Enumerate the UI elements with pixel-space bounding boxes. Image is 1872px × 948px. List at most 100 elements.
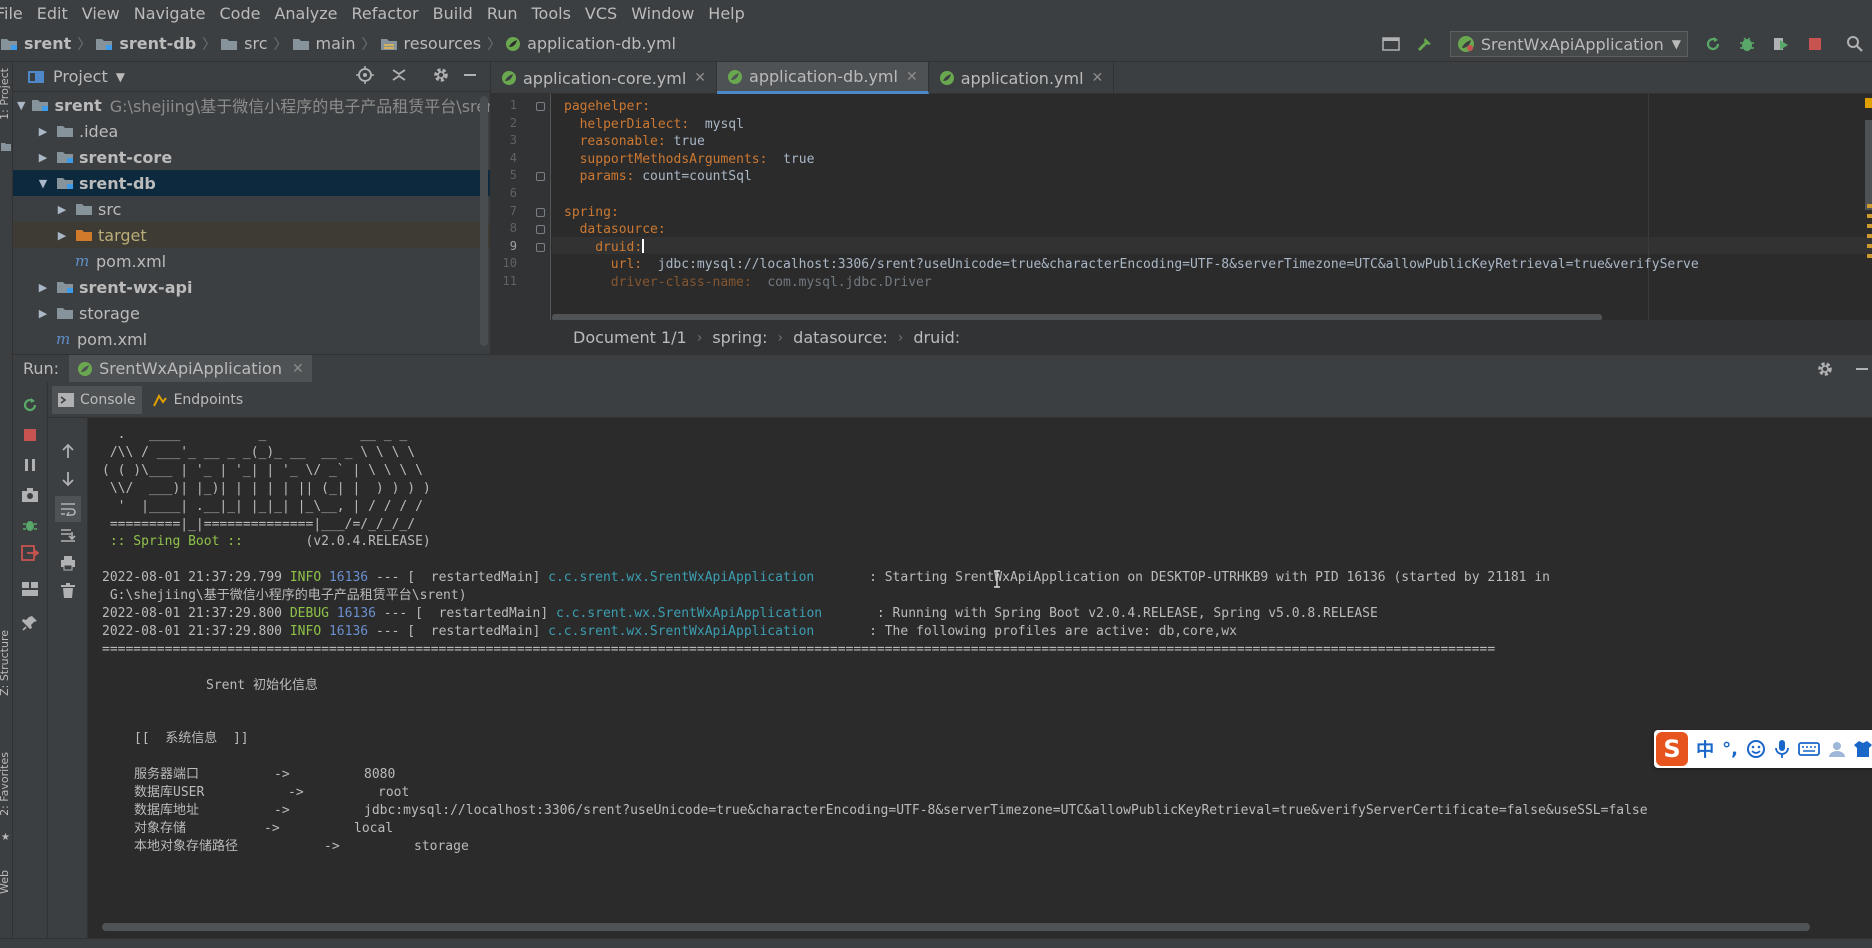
arrow-up-icon[interactable] xyxy=(57,440,79,462)
skin-shirt-icon[interactable] xyxy=(1854,740,1872,758)
breadcrumb-file[interactable]: application-db.yml xyxy=(501,34,676,53)
tree-collapsed-arrow-icon[interactable]: ▶ xyxy=(36,125,50,138)
tree-item-pom-xml[interactable]: m pom.xml xyxy=(13,248,490,274)
menu-run[interactable]: Run xyxy=(479,4,524,23)
menu-analyze[interactable]: Analyze xyxy=(266,4,343,23)
layout-icon[interactable] xyxy=(19,578,41,600)
tab-application-yml[interactable]: application.yml ✕ xyxy=(929,62,1115,94)
tree-collapsed-arrow-icon[interactable]: ▶ xyxy=(36,307,50,320)
breadcrumb-resources[interactable]: resources 〉 xyxy=(376,34,501,54)
tree-item-target[interactable]: ▶ target xyxy=(13,222,490,248)
tree-item-srent-db[interactable]: ▼ srent-db xyxy=(13,170,490,196)
gear-icon[interactable] xyxy=(1816,360,1834,378)
tab-application-db-yml[interactable]: application-db.yml ✕ xyxy=(717,62,929,94)
sogou-logo-icon[interactable]: S xyxy=(1656,732,1689,766)
ime-mode-toggle[interactable]: 中 xyxy=(1696,736,1714,762)
menu-help[interactable]: Help xyxy=(700,4,750,23)
menu-vcs[interactable]: VCS xyxy=(577,4,623,23)
menu-tools[interactable]: Tools xyxy=(524,4,577,23)
camera-icon[interactable] xyxy=(19,484,41,506)
tree-item-storage[interactable]: ▶ storage xyxy=(13,300,490,326)
search-icon[interactable] xyxy=(1842,31,1868,57)
breadcrumb-srent-db[interactable]: srent-db 〉 xyxy=(91,34,216,54)
project-tool-tab[interactable]: 1: Project xyxy=(0,68,11,120)
run-configuration-select[interactable]: SrentWxApiApplication ▼ xyxy=(1449,31,1688,57)
stop-icon[interactable] xyxy=(19,424,41,446)
rerun-icon[interactable] xyxy=(19,394,41,416)
locate-target-icon[interactable] xyxy=(356,66,374,84)
tree-item-srent-wx-api[interactable]: ▶ srent-wx-api xyxy=(13,274,490,300)
tree-expanded-arrow-icon[interactable]: ▼ xyxy=(36,177,50,190)
collapse-all-icon[interactable] xyxy=(390,66,408,84)
tree-expanded-arrow-icon[interactable]: ▼ xyxy=(17,99,25,112)
menu-edit[interactable]: Edit xyxy=(29,4,74,23)
tree-item-pom-xml[interactable]: m pom.xml xyxy=(13,326,490,352)
tree-collapsed-arrow-icon[interactable]: ▶ xyxy=(36,281,50,294)
dropdown-arrow-icon[interactable]: ▼ xyxy=(116,70,125,84)
pin-icon[interactable] xyxy=(19,612,41,634)
fold-marker-icon[interactable] xyxy=(536,225,545,235)
emoji-icon[interactable] xyxy=(1746,739,1766,759)
breadcrumb-document[interactable]: Document 1/1 xyxy=(573,328,687,347)
tree-item-srent[interactable]: ▼ srent G:\shejiing\基于微信小程序的电子产品租赁平台\srent xyxy=(13,92,490,118)
scroll-to-end-icon[interactable] xyxy=(57,524,79,546)
menu-refactor[interactable]: Refactor xyxy=(344,4,425,23)
arrow-down-icon[interactable] xyxy=(57,468,79,490)
rerun-icon[interactable] xyxy=(1700,31,1726,57)
close-icon[interactable]: ✕ xyxy=(292,361,304,377)
breadcrumb-druid[interactable]: druid: xyxy=(913,328,960,347)
project-structure-icon[interactable] xyxy=(1378,31,1404,57)
menu-view[interactable]: View xyxy=(74,4,126,23)
trash-icon[interactable] xyxy=(57,580,79,602)
tab-console[interactable]: Console xyxy=(52,385,142,414)
close-icon[interactable]: ✕ xyxy=(1092,70,1104,86)
fold-marker-icon[interactable] xyxy=(536,102,545,111)
tree-item-srent-core[interactable]: ▶ srent-core xyxy=(13,144,490,170)
microphone-icon[interactable] xyxy=(1774,739,1790,759)
print-icon[interactable] xyxy=(57,552,79,574)
code-editor[interactable]: pagehelper: helperDialect: mysql reasonabl… xyxy=(552,94,1872,320)
structure-tool-tab[interactable]: Z: Structure xyxy=(0,630,11,696)
menu-navigate[interactable]: Navigate xyxy=(126,4,212,23)
run-tab-srentwxapi[interactable]: SrentWxApiApplication ✕ xyxy=(69,354,312,383)
pause-icon[interactable] xyxy=(19,454,41,476)
build-hammer-icon[interactable] xyxy=(1412,31,1438,57)
fold-marker-icon[interactable] xyxy=(536,172,545,182)
ime-punctuation-toggle[interactable]: °, xyxy=(1722,739,1738,760)
console-output[interactable]: . ____ _ __ _ _ /\\ / ___'_ __ _ _(_)_ _… xyxy=(88,418,1872,938)
gear-icon[interactable] xyxy=(432,66,450,84)
close-icon[interactable]: ✕ xyxy=(906,69,918,85)
tree-item-idea[interactable]: ▶ .idea xyxy=(13,118,490,144)
menu-code[interactable]: Code xyxy=(212,4,267,23)
console-horizontal-scrollbar[interactable] xyxy=(102,923,1810,931)
debug-bug-icon[interactable] xyxy=(1734,31,1760,57)
exit-icon[interactable] xyxy=(19,542,41,564)
web-tool-tab[interactable]: Web xyxy=(0,870,11,894)
tab-application-core-yml[interactable]: application-core.yml ✕ xyxy=(491,62,718,94)
tree-collapsed-arrow-icon[interactable]: ▶ xyxy=(55,203,69,216)
menu-window[interactable]: Window xyxy=(623,4,700,23)
favorites-tool-tab[interactable]: 2: Favorites xyxy=(0,752,11,816)
fold-marker-icon[interactable] xyxy=(536,207,545,217)
stop-icon[interactable] xyxy=(1802,31,1828,57)
fold-marker-icon[interactable] xyxy=(536,242,545,252)
hide-panel-icon[interactable] xyxy=(1854,361,1870,377)
breadcrumb-src[interactable]: src 〉 xyxy=(216,34,288,54)
user-icon[interactable] xyxy=(1828,740,1846,758)
tree-scrollbar[interactable] xyxy=(480,96,488,346)
run-with-coverage-icon[interactable] xyxy=(1768,31,1794,57)
tree-collapsed-arrow-icon[interactable]: ▶ xyxy=(55,229,69,242)
keyboard-icon[interactable] xyxy=(1798,741,1820,757)
tree-item-src[interactable]: ▶ src xyxy=(13,196,490,222)
menu-file[interactable]: File xyxy=(0,4,29,23)
tab-endpoints[interactable]: Endpoints xyxy=(146,386,250,414)
tree-collapsed-arrow-icon[interactable]: ▶ xyxy=(36,151,50,164)
hide-panel-icon[interactable] xyxy=(462,67,478,83)
breadcrumb-spring[interactable]: spring: xyxy=(712,328,767,347)
breadcrumb-srent[interactable]: srent 〉 xyxy=(0,34,91,54)
breadcrumb-datasource[interactable]: datasource: xyxy=(793,328,888,347)
breadcrumb-main[interactable]: main 〉 xyxy=(288,34,376,54)
debug-bug-icon[interactable] xyxy=(19,514,41,536)
close-icon[interactable]: ✕ xyxy=(694,70,706,86)
soft-wrap-icon[interactable] xyxy=(54,496,81,522)
